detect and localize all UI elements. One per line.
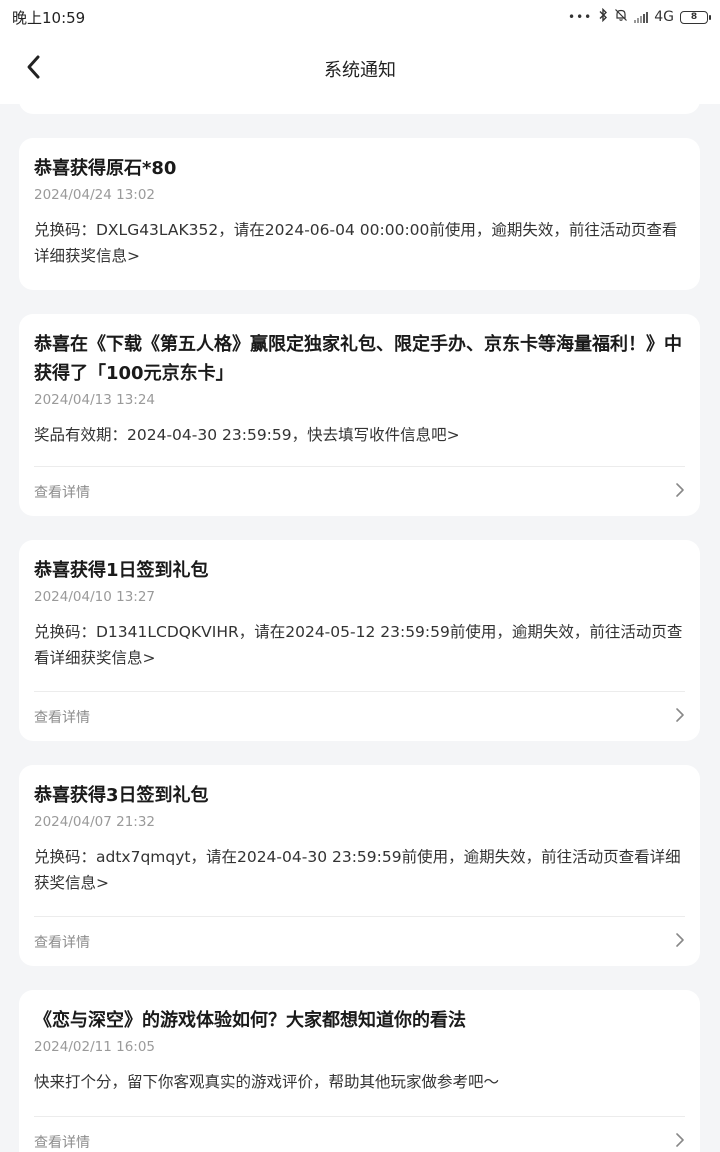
view-details-row[interactable]: 查看详情	[34, 916, 685, 966]
view-details-label: 查看详情	[34, 1134, 90, 1151]
notification-date: 2024/04/07 21:32	[34, 814, 156, 830]
notification-body[interactable]: 兑换码：D1341LCDQKVIHR，请在2024-05-12 23:59:59…	[34, 619, 685, 671]
notification-date: 2024/04/10 13:27	[34, 589, 156, 605]
notification-card[interactable]: 恭喜在《下载《第五人格》赢限定独家礼包、限定手办、京东卡等海量福利！》中获得了「…	[19, 314, 700, 516]
back-button[interactable]	[18, 52, 48, 86]
notification-card-partial	[19, 104, 700, 114]
status-bar: 晚上10:59 ••• 4G 8	[0, 0, 720, 34]
status-time: 晚上10:59	[12, 8, 86, 27]
notification-body[interactable]: 兑换码：adtx7qmqyt，请在2024-04-30 23:59:59前使用，…	[34, 844, 685, 896]
battery-icon: 8	[680, 10, 711, 24]
notification-date: 2024/04/24 13:02	[34, 187, 156, 203]
signal-icon	[634, 11, 649, 23]
view-details-label: 查看详情	[34, 709, 90, 726]
more-dots: •••	[568, 10, 593, 24]
notification-card[interactable]: 《恋与深空》的游戏体验如何？大家都想知道你的看法 2024/02/11 16:0…	[19, 990, 700, 1152]
notification-card[interactable]: 恭喜获得1日签到礼包 2024/04/10 13:27 兑换码：D1341LCD…	[19, 540, 700, 741]
view-details-row[interactable]: 查看详情	[34, 691, 685, 741]
nav-bar: 系统通知	[0, 34, 720, 104]
chevron-right-icon	[675, 482, 685, 502]
network-type: 4G	[654, 9, 674, 25]
notification-card[interactable]: 恭喜获得原石*80 2024/04/24 13:02 兑换码：DXLG43LAK…	[19, 138, 700, 290]
chevron-left-icon	[25, 54, 41, 84]
notification-title: 恭喜在《下载《第五人格》赢限定独家礼包、限定手办、京东卡等海量福利！》中获得了「…	[34, 334, 682, 384]
view-details-row[interactable]: 查看详情	[34, 1116, 685, 1152]
chevron-right-icon	[675, 707, 685, 727]
chevron-right-icon	[675, 1132, 685, 1152]
notification-date: 2024/04/13 13:24	[34, 392, 156, 408]
view-details-label: 查看详情	[34, 484, 90, 501]
notification-body[interactable]: 快来打个分，留下你客观真实的游戏评价，帮助其他玩家做参考吧～	[34, 1069, 685, 1095]
notification-title: 恭喜获得1日签到礼包	[34, 560, 209, 581]
battery-level: 8	[690, 12, 698, 22]
notification-date: 2024/02/11 16:05	[34, 1039, 156, 1055]
notification-body[interactable]: 奖品有效期：2024-04-30 23:59:59，快去填写收件信息吧>	[34, 422, 685, 448]
notification-body[interactable]: 兑换码：DXLG43LAK352，请在2024-06-04 00:00:00前使…	[34, 217, 685, 269]
view-details-row[interactable]: 查看详情	[34, 466, 685, 516]
mute-bell-icon	[614, 8, 628, 26]
bluetooth-icon	[598, 7, 608, 26]
notification-title: 《恋与深空》的游戏体验如何？大家都想知道你的看法	[34, 1010, 466, 1031]
chevron-right-icon	[675, 932, 685, 952]
page-title: 系统通知	[324, 60, 396, 81]
notification-list[interactable]: 恭喜获得原石*80 2024/04/24 13:02 兑换码：DXLG43LAK…	[0, 104, 720, 1152]
notification-card[interactable]: 恭喜获得3日签到礼包 2024/04/07 21:32 兑换码：adtx7qmq…	[19, 765, 700, 966]
notification-title: 恭喜获得原石*80	[34, 158, 177, 179]
status-icons: ••• 4G 8	[568, 7, 711, 26]
notification-title: 恭喜获得3日签到礼包	[34, 785, 209, 806]
view-details-label: 查看详情	[34, 934, 90, 951]
